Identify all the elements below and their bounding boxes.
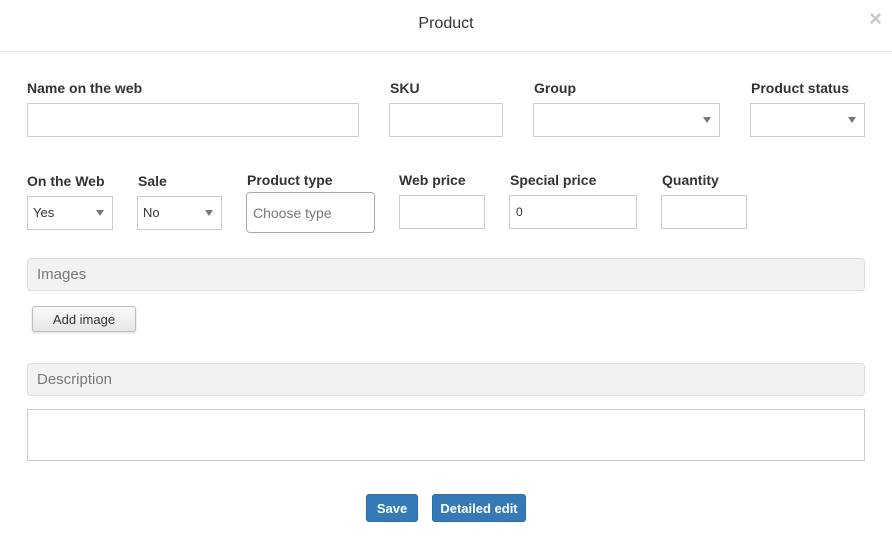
detailed-edit-button[interactable]: Detailed edit [432, 494, 526, 522]
dialog-title: Product [418, 15, 474, 32]
chevron-down-icon [96, 210, 104, 216]
product-type-label: Product type [247, 172, 333, 188]
sale-select[interactable]: No [137, 196, 222, 230]
sku-label: SKU [390, 80, 420, 96]
on-the-web-value: Yes [33, 205, 55, 220]
special-price-label: Special price [510, 172, 597, 188]
name-on-web-input[interactable] [27, 103, 359, 137]
chevron-down-icon [205, 210, 213, 216]
on-the-web-select[interactable]: Yes [27, 196, 113, 230]
web-price-input[interactable] [399, 195, 485, 229]
group-select[interactable] [533, 103, 720, 137]
group-label: Group [534, 80, 576, 96]
add-image-button[interactable]: Add image [32, 306, 136, 332]
dialog-header: Product × [0, 0, 892, 52]
chevron-down-icon [703, 117, 711, 123]
chevron-down-icon [848, 117, 856, 123]
product-status-select[interactable] [750, 103, 865, 137]
quantity-input[interactable] [661, 195, 747, 229]
close-icon[interactable]: × [869, 8, 882, 30]
description-section-header: Description [27, 363, 865, 396]
sale-label: Sale [138, 173, 167, 189]
images-section-header: Images [27, 258, 865, 291]
product-status-label: Product status [751, 80, 850, 96]
quantity-label: Quantity [662, 172, 719, 188]
special-price-input[interactable]: 0 [509, 195, 637, 229]
sku-input[interactable] [389, 103, 503, 137]
description-textarea[interactable] [27, 409, 865, 461]
sale-value: No [143, 205, 160, 220]
on-the-web-label: On the Web [27, 173, 105, 189]
web-price-label: Web price [399, 172, 466, 188]
product-type-chooser[interactable]: Choose type [246, 192, 375, 233]
name-on-web-label: Name on the web [27, 80, 143, 96]
save-button[interactable]: Save [366, 494, 418, 522]
